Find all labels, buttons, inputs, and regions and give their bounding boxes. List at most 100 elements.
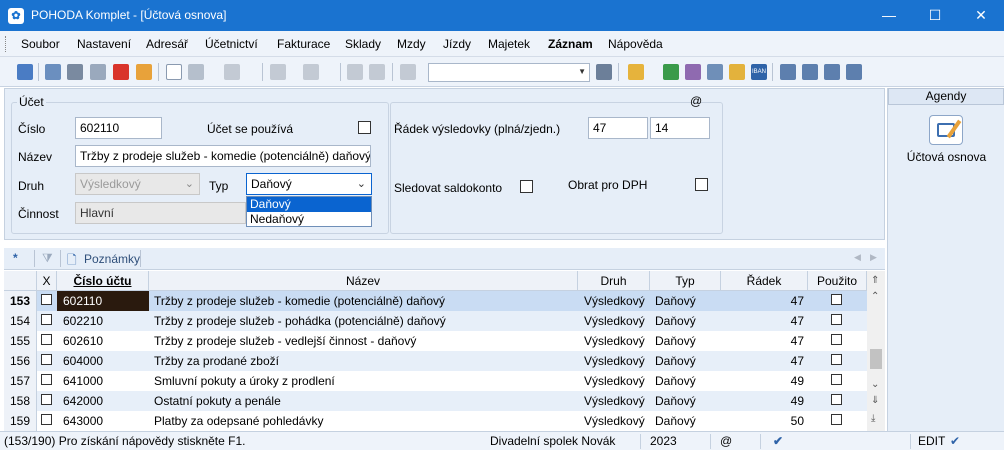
pouzito-checkbox[interactable] [831, 354, 842, 365]
menu-ucetnictvi[interactable]: Účetnictví [205, 37, 258, 51]
agenda-item-label[interactable]: Účtová osnova [888, 150, 1004, 164]
duplicate-icon[interactable] [400, 64, 416, 80]
menu-mzdy[interactable]: Mzdy [397, 37, 426, 51]
folder-icon[interactable] [628, 64, 644, 80]
row-number: 156 [4, 351, 37, 371]
row-select-checkbox[interactable] [41, 294, 52, 305]
table-row[interactable]: 153 602110 Tržby z prodeje služeb - komedi… [4, 291, 867, 311]
header-pouzito[interactable]: Použito [808, 271, 867, 291]
close-button[interactable]: ✕ [958, 0, 1004, 31]
pouzito-checkbox[interactable] [831, 414, 842, 425]
new-record-icon[interactable] [166, 64, 182, 80]
typ-select[interactable]: Daňový ⌄ [246, 173, 372, 195]
menu-nastaveni[interactable]: Nastavení [77, 37, 131, 51]
header-radek[interactable]: Řádek [721, 271, 808, 291]
saldokonto-checkbox[interactable] [520, 180, 533, 193]
header-x[interactable]: X [37, 271, 57, 291]
pouzito-checkbox[interactable] [831, 334, 842, 345]
table-scrollbar[interactable]: ⇑ ⌃ ⌄ ⇓ ⤓ [867, 271, 885, 431]
header-cislo-uctu[interactable]: Číslo účtu [57, 271, 149, 291]
pouzito-checkbox[interactable] [831, 294, 842, 305]
settings-icon[interactable] [303, 64, 319, 80]
maximize-button[interactable]: ☐ [912, 0, 958, 31]
scroll-thumb[interactable] [870, 349, 882, 369]
header-typ[interactable]: Typ [650, 271, 721, 291]
toolbar-search-combo[interactable]: ▼ [428, 63, 590, 82]
menu-sklady[interactable]: Sklady [345, 37, 381, 51]
preview-icon[interactable] [90, 64, 106, 80]
menu-soubor[interactable]: Soubor [21, 37, 60, 51]
layout-icon[interactable] [802, 64, 818, 80]
header-druh[interactable]: Druh [578, 271, 650, 291]
window-icon[interactable] [780, 64, 796, 80]
minimize-button[interactable]: — [866, 0, 912, 31]
calculator-icon[interactable] [707, 64, 723, 80]
menu-majetek[interactable]: Majetek [488, 37, 530, 51]
radek-plna-input[interactable]: 47 [588, 117, 648, 139]
pdf-icon[interactable] [113, 64, 129, 80]
print-icon[interactable] [67, 64, 83, 80]
coins-icon[interactable] [729, 64, 745, 80]
cislo-input[interactable]: 602110 [75, 117, 162, 139]
save-icon[interactable] [347, 64, 363, 80]
obrat-dph-checkbox[interactable] [695, 178, 708, 191]
row-select-checkbox[interactable] [41, 314, 52, 325]
tab-scroll-right-icon[interactable]: ▶ [870, 252, 877, 263]
typ-option-nedanovy[interactable]: Nedaňový [247, 212, 371, 227]
radek-zjedn-input[interactable]: 14 [650, 117, 710, 139]
table-row[interactable]: 158 642000 Ostatní pokuty a penále Výsledko… [4, 391, 867, 411]
row-select-checkbox[interactable] [41, 374, 52, 385]
menu-fakturace[interactable]: Fakturace [277, 37, 330, 51]
exit-icon[interactable] [17, 64, 33, 80]
ucet-pouziva-checkbox[interactable] [358, 121, 371, 134]
scroll-up-icon[interactable]: ⌃ [871, 291, 879, 302]
accounting-icon[interactable] [663, 64, 679, 80]
scroll-bottom-icon[interactable]: ⤓ [871, 413, 875, 424]
row-select-checkbox[interactable] [41, 414, 52, 425]
help-icon[interactable] [846, 64, 862, 80]
row-select-checkbox[interactable] [41, 354, 52, 365]
filter-icon[interactable] [596, 64, 612, 80]
menu-napoveda[interactable]: Nápověda [608, 37, 663, 51]
scroll-page-down-icon[interactable]: ⇓ [871, 395, 879, 406]
tab-star[interactable]: * [13, 251, 18, 265]
pouzito-checkbox[interactable] [831, 374, 842, 385]
toolbar-separator [772, 63, 773, 81]
cell-druh: Výsledkový [584, 294, 645, 308]
panel-icon[interactable] [824, 64, 840, 80]
iban-icon[interactable]: IBAN [751, 64, 767, 80]
copy-icon[interactable] [45, 64, 61, 80]
table-row[interactable]: 159 643000 Platby za odepsané pohledávky Vý… [4, 411, 867, 431]
menu-jizdy[interactable]: Jízdy [443, 37, 471, 51]
nazev-input[interactable]: Tržby z prodeje služeb - komedie (potenc… [75, 145, 371, 167]
pouzito-checkbox[interactable] [831, 394, 842, 405]
back-icon[interactable] [270, 64, 286, 80]
cell-druh: Výsledkový [584, 414, 645, 428]
edit-icon[interactable] [188, 64, 204, 80]
chart-of-accounts-icon[interactable] [929, 115, 963, 145]
pouzito-checkbox[interactable] [831, 314, 842, 325]
menu-zaznam[interactable]: Záznam [548, 37, 593, 51]
scroll-top-icon[interactable]: ⇑ [871, 275, 879, 286]
row-number: 154 [4, 311, 37, 331]
row-select-checkbox[interactable] [41, 394, 52, 405]
druh-select: Výsledkový ⌄ [75, 173, 200, 195]
menu-adresar[interactable]: Adresář [146, 37, 188, 51]
cell-druh: Výsledkový [584, 374, 645, 388]
tab-poznamky[interactable]: Poznámky [84, 252, 140, 266]
typ-option-danovy[interactable]: Daňový [247, 197, 371, 212]
table-row[interactable]: 154 602210 Tržby z prodeje služeb - pohádk… [4, 311, 867, 331]
table-row[interactable]: 156 604000 Tržby za prodané zboží Výsledkov… [4, 351, 867, 371]
delete-icon[interactable] [369, 64, 385, 80]
tab-scroll-left-icon[interactable]: ◀ [854, 252, 861, 263]
table-row[interactable]: 155 602610 Tržby z prodeje služeb - vedlej… [4, 331, 867, 351]
email-icon[interactable] [136, 64, 152, 80]
at-sign: @ [690, 94, 703, 108]
table-row[interactable]: 157 641000 Smluvní pokuty a úroky z prodle… [4, 371, 867, 391]
row-select-checkbox[interactable] [41, 334, 52, 345]
scroll-down-icon[interactable]: ⌄ [871, 379, 879, 390]
filter-icon[interactable]: ⧩ [42, 251, 53, 266]
header-nazev[interactable]: Název [149, 271, 578, 291]
report-icon[interactable] [685, 64, 701, 80]
table-icon[interactable] [224, 64, 240, 80]
